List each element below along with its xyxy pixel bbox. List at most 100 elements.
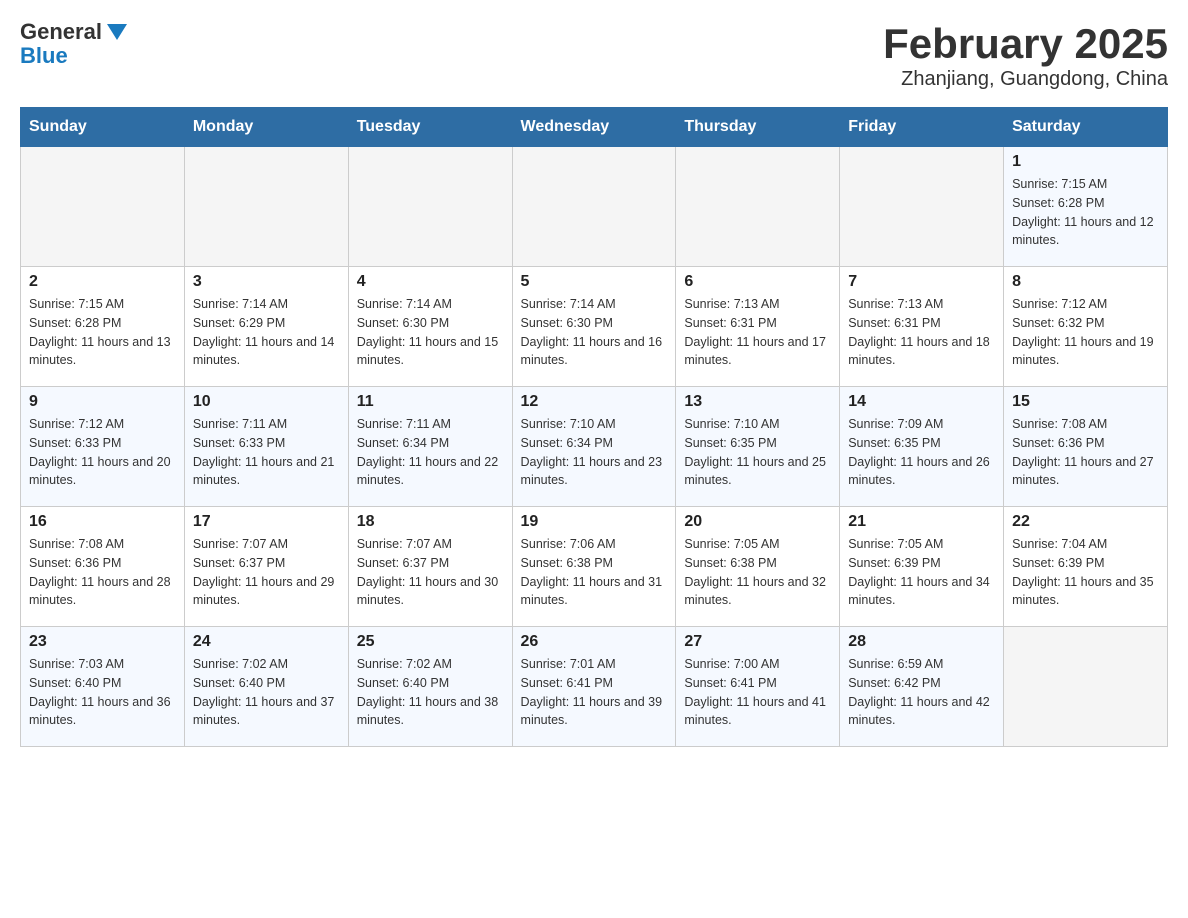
calendar-cell-w2-d5: 7 Sunrise: 7:13 AM Sunset: 6:31 PM Daylig… <box>840 267 1004 387</box>
header-monday: Monday <box>184 108 348 147</box>
day-info: Sunrise: 7:06 AM Sunset: 6:38 PM Dayligh… <box>521 535 668 610</box>
page-header: General Blue February 2025 Zhanjiang, Gu… <box>20 20 1168 91</box>
calendar-cell-w1-d4 <box>676 147 840 267</box>
calendar-week-3: 9 Sunrise: 7:12 AM Sunset: 6:33 PM Daylig… <box>21 387 1168 507</box>
day-number: 21 <box>848 513 995 531</box>
day-number: 6 <box>684 273 831 291</box>
calendar-cell-w1-d0 <box>21 147 185 267</box>
calendar-cell-w5-d4: 27 Sunrise: 7:00 AM Sunset: 6:41 PM Dayli… <box>676 627 840 747</box>
header-sunday: Sunday <box>21 108 185 147</box>
calendar-cell-w4-d1: 17 Sunrise: 7:07 AM Sunset: 6:37 PM Dayli… <box>184 507 348 627</box>
day-number: 27 <box>684 633 831 651</box>
day-number: 26 <box>521 633 668 651</box>
day-number: 7 <box>848 273 995 291</box>
month-title: February 2025 <box>883 20 1168 68</box>
calendar-table: Sunday Monday Tuesday Wednesday Thursday… <box>20 107 1168 747</box>
calendar-week-2: 2 Sunrise: 7:15 AM Sunset: 6:28 PM Daylig… <box>21 267 1168 387</box>
day-number: 2 <box>29 273 176 291</box>
weekday-header-row: Sunday Monday Tuesday Wednesday Thursday… <box>21 108 1168 147</box>
day-info: Sunrise: 7:04 AM Sunset: 6:39 PM Dayligh… <box>1012 535 1159 610</box>
header-friday: Friday <box>840 108 1004 147</box>
calendar-cell-w5-d1: 24 Sunrise: 7:02 AM Sunset: 6:40 PM Dayli… <box>184 627 348 747</box>
day-info: Sunrise: 7:08 AM Sunset: 6:36 PM Dayligh… <box>1012 415 1159 490</box>
day-info: Sunrise: 7:07 AM Sunset: 6:37 PM Dayligh… <box>193 535 340 610</box>
day-info: Sunrise: 7:00 AM Sunset: 6:41 PM Dayligh… <box>684 655 831 730</box>
calendar-cell-w5-d2: 25Sunrise: 7:02 AM Sunset: 6:40 PM Dayli… <box>348 627 512 747</box>
calendar-cell-w3-d2: 11Sunrise: 7:11 AM Sunset: 6:34 PM Dayli… <box>348 387 512 507</box>
day-info: Sunrise: 7:13 AM Sunset: 6:31 PM Dayligh… <box>848 295 995 370</box>
day-number: 3 <box>193 273 340 291</box>
calendar-week-1: 1 Sunrise: 7:15 AM Sunset: 6:28 PM Daylig… <box>21 147 1168 267</box>
day-number: 12 <box>521 393 668 411</box>
header-wednesday: Wednesday <box>512 108 676 147</box>
day-info: Sunrise: 7:07 AM Sunset: 6:37 PM Dayligh… <box>357 535 504 610</box>
calendar-header: Sunday Monday Tuesday Wednesday Thursday… <box>21 108 1168 147</box>
calendar-cell-w5-d0: 23 Sunrise: 7:03 AM Sunset: 6:40 PM Dayli… <box>21 627 185 747</box>
day-number: 18 <box>357 513 504 531</box>
day-number: 10 <box>193 393 340 411</box>
calendar-cell-w5-d3: 26 Sunrise: 7:01 AM Sunset: 6:41 PM Dayli… <box>512 627 676 747</box>
day-info: Sunrise: 7:15 AM Sunset: 6:28 PM Dayligh… <box>1012 175 1159 250</box>
day-info: Sunrise: 7:05 AM Sunset: 6:39 PM Dayligh… <box>848 535 995 610</box>
day-info: Sunrise: 7:09 AM Sunset: 6:35 PM Dayligh… <box>848 415 995 490</box>
logo-general-text: General <box>20 20 102 44</box>
day-number: 1 <box>1012 153 1159 171</box>
day-number: 16 <box>29 513 176 531</box>
day-number: 9 <box>29 393 176 411</box>
calendar-cell-w1-d6: 1 Sunrise: 7:15 AM Sunset: 6:28 PM Daylig… <box>1004 147 1168 267</box>
day-info: Sunrise: 7:02 AM Sunset: 6:40 PM Dayligh… <box>193 655 340 730</box>
day-number: 25 <box>357 633 504 651</box>
calendar-cell-w5-d5: 28 Sunrise: 6:59 AM Sunset: 6:42 PM Dayli… <box>840 627 1004 747</box>
day-number: 20 <box>684 513 831 531</box>
day-info: Sunrise: 7:11 AM Sunset: 6:34 PM Dayligh… <box>357 415 504 490</box>
calendar-cell-w1-d2 <box>348 147 512 267</box>
day-info: Sunrise: 7:05 AM Sunset: 6:38 PM Dayligh… <box>684 535 831 610</box>
calendar-cell-w2-d3: 5Sunrise: 7:14 AM Sunset: 6:30 PM Daylig… <box>512 267 676 387</box>
calendar-cell-w4-d3: 19Sunrise: 7:06 AM Sunset: 6:38 PM Dayli… <box>512 507 676 627</box>
day-info: Sunrise: 7:14 AM Sunset: 6:29 PM Dayligh… <box>193 295 340 370</box>
day-number: 17 <box>193 513 340 531</box>
header-thursday: Thursday <box>676 108 840 147</box>
day-number: 13 <box>684 393 831 411</box>
calendar-week-4: 16Sunrise: 7:08 AM Sunset: 6:36 PM Dayli… <box>21 507 1168 627</box>
logo[interactable]: General Blue <box>20 20 127 68</box>
calendar-cell-w5-d6 <box>1004 627 1168 747</box>
calendar-cell-w2-d6: 8Sunrise: 7:12 AM Sunset: 6:32 PM Daylig… <box>1004 267 1168 387</box>
day-info: Sunrise: 6:59 AM Sunset: 6:42 PM Dayligh… <box>848 655 995 730</box>
day-number: 22 <box>1012 513 1159 531</box>
day-number: 28 <box>848 633 995 651</box>
title-block: February 2025 Zhanjiang, Guangdong, Chin… <box>883 20 1168 91</box>
day-number: 5 <box>521 273 668 291</box>
header-saturday: Saturday <box>1004 108 1168 147</box>
calendar-cell-w1-d1 <box>184 147 348 267</box>
calendar-body: 1 Sunrise: 7:15 AM Sunset: 6:28 PM Daylig… <box>21 147 1168 747</box>
calendar-cell-w4-d5: 21 Sunrise: 7:05 AM Sunset: 6:39 PM Dayli… <box>840 507 1004 627</box>
day-number: 24 <box>193 633 340 651</box>
day-info: Sunrise: 7:10 AM Sunset: 6:35 PM Dayligh… <box>684 415 831 490</box>
calendar-cell-w2-d1: 3 Sunrise: 7:14 AM Sunset: 6:29 PM Daylig… <box>184 267 348 387</box>
day-info: Sunrise: 7:11 AM Sunset: 6:33 PM Dayligh… <box>193 415 340 490</box>
day-info: Sunrise: 7:01 AM Sunset: 6:41 PM Dayligh… <box>521 655 668 730</box>
day-number: 8 <box>1012 273 1159 291</box>
day-info: Sunrise: 7:03 AM Sunset: 6:40 PM Dayligh… <box>29 655 176 730</box>
day-info: Sunrise: 7:10 AM Sunset: 6:34 PM Dayligh… <box>521 415 668 490</box>
calendar-cell-w4-d4: 20 Sunrise: 7:05 AM Sunset: 6:38 PM Dayli… <box>676 507 840 627</box>
calendar-cell-w1-d3 <box>512 147 676 267</box>
logo-triangle-icon <box>107 24 127 40</box>
calendar-cell-w4-d0: 16Sunrise: 7:08 AM Sunset: 6:36 PM Dayli… <box>21 507 185 627</box>
calendar-week-5: 23 Sunrise: 7:03 AM Sunset: 6:40 PM Dayli… <box>21 627 1168 747</box>
calendar-cell-w3-d3: 12 Sunrise: 7:10 AM Sunset: 6:34 PM Dayli… <box>512 387 676 507</box>
day-info: Sunrise: 7:14 AM Sunset: 6:30 PM Dayligh… <box>357 295 504 370</box>
calendar-cell-w2-d2: 4Sunrise: 7:14 AM Sunset: 6:30 PM Daylig… <box>348 267 512 387</box>
calendar-cell-w4-d6: 22 Sunrise: 7:04 AM Sunset: 6:39 PM Dayli… <box>1004 507 1168 627</box>
logo-blue-text: Blue <box>20 43 68 68</box>
day-number: 23 <box>29 633 176 651</box>
calendar-cell-w2-d4: 6Sunrise: 7:13 AM Sunset: 6:31 PM Daylig… <box>676 267 840 387</box>
day-info: Sunrise: 7:12 AM Sunset: 6:33 PM Dayligh… <box>29 415 176 490</box>
day-number: 14 <box>848 393 995 411</box>
header-tuesday: Tuesday <box>348 108 512 147</box>
calendar-cell-w3-d6: 15Sunrise: 7:08 AM Sunset: 6:36 PM Dayli… <box>1004 387 1168 507</box>
calendar-cell-w3-d1: 10 Sunrise: 7:11 AM Sunset: 6:33 PM Dayli… <box>184 387 348 507</box>
calendar-cell-w3-d4: 13 Sunrise: 7:10 AM Sunset: 6:35 PM Dayli… <box>676 387 840 507</box>
day-info: Sunrise: 7:15 AM Sunset: 6:28 PM Dayligh… <box>29 295 176 370</box>
